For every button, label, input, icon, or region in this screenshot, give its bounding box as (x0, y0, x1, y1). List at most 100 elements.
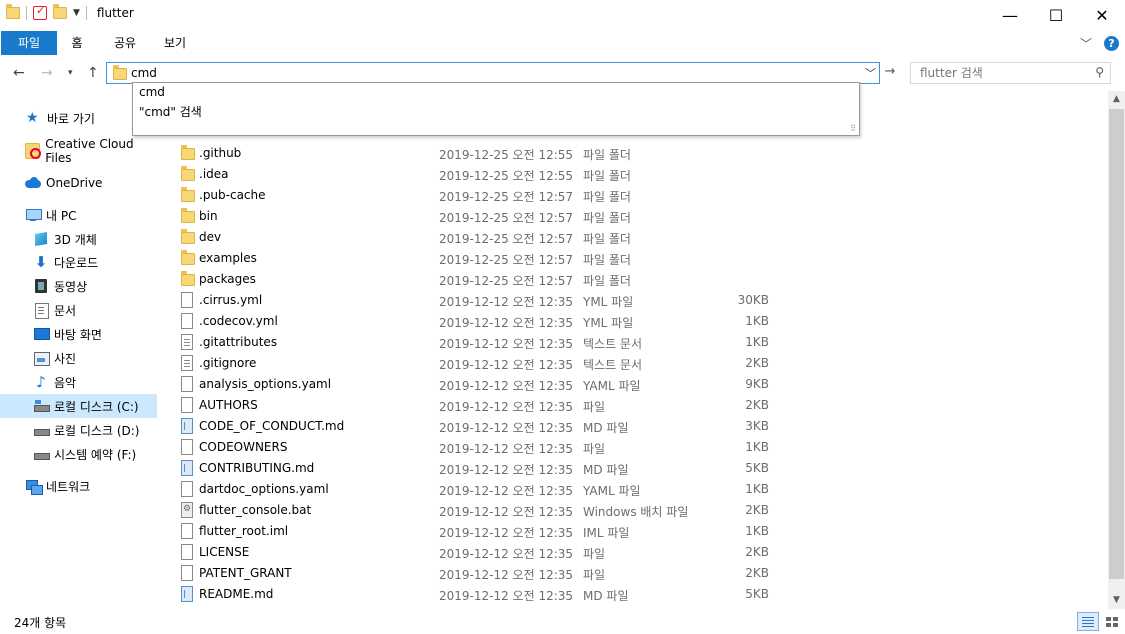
nav-item-this-pc[interactable]: 내 PC (0, 203, 157, 227)
scrollbar-thumb[interactable] (1109, 109, 1124, 579)
file-row[interactable]: .github 2019-12-25 오전 12:55 파일 폴더 (160, 143, 1108, 164)
file-date: 2019-12-12 오전 12:35 (439, 379, 574, 393)
file-type: 파일 (583, 442, 606, 456)
file-date: 2019-12-25 오전 12:57 (439, 232, 574, 246)
file-row[interactable]: AUTHORS 2019-12-12 오전 12:35 파일 2KB (160, 395, 1108, 416)
file-name: .cirrus.yml (199, 293, 263, 307)
file-size: 2KB (745, 566, 769, 580)
folder-icon-shape (181, 166, 195, 181)
document-icon (33, 302, 49, 319)
status-bar: 24개 항목 (0, 609, 1125, 634)
properties-icon[interactable] (33, 4, 47, 20)
folder-icon (181, 187, 195, 204)
nav-item-drive-c[interactable]: 로컬 디스크 (C:) (0, 394, 157, 418)
nav-item-pictures[interactable]: 사진 (0, 346, 157, 370)
help-icon[interactable]: ? (1104, 36, 1119, 51)
file-explorer-window: ▼ flutter — ☐ ✕ 파일 홈 공유 보기 ﹀ ? ← → ▾ ↑ ﹀… (0, 0, 1125, 634)
file-row[interactable]: analysis_options.yaml 2019-12-12 오전 12:35… (160, 374, 1108, 395)
up-arrow-icon[interactable]: ↑ (87, 65, 99, 81)
file-name: .pub-cache (199, 188, 266, 202)
file-type: MD 파일 (583, 463, 629, 477)
nav-item-drive-d[interactable]: 로컬 디스크 (D:) (0, 418, 157, 442)
windows-drive-icon (33, 398, 50, 414)
nav-item-3d-objects[interactable]: 3D 개체 (0, 227, 157, 251)
minimize-button[interactable]: — (987, 0, 1033, 31)
scroll-down-icon[interactable]: ▼ (1108, 592, 1125, 609)
file-row[interactable]: dev 2019-12-25 오전 12:57 파일 폴더 (160, 227, 1108, 248)
folder-icon-shape (181, 208, 195, 223)
file-type: YML 파일 (583, 316, 634, 330)
recent-locations-chevron-icon[interactable]: ▾ (68, 68, 73, 78)
expand-ribbon-icon[interactable]: ﹀ (1080, 35, 1092, 52)
file-row[interactable]: .gitattributes 2019-12-12 오전 12:35 텍스트 문서 1… (160, 332, 1108, 353)
tab-home[interactable]: 홈 (57, 31, 97, 55)
markdown-file-icon (181, 418, 195, 435)
file-row[interactable]: .codecov.yml 2019-12-12 오전 12:35 YML 파일 1KB (160, 311, 1108, 332)
file-row[interactable]: CODE_OF_CONDUCT.md 2019-12-12 오전 12:35 MD … (160, 416, 1108, 437)
tab-view[interactable]: 보기 (153, 31, 197, 55)
file-row[interactable]: bin 2019-12-25 오전 12:57 파일 폴더 (160, 206, 1108, 227)
address-history-chevron-icon[interactable]: ﹀ (865, 65, 876, 81)
file-row[interactable]: flutter_root.iml 2019-12-12 오전 12:35 IML 파… (160, 521, 1108, 542)
go-button[interactable]: → (882, 64, 898, 82)
back-arrow-icon[interactable]: ← (13, 65, 25, 81)
nav-item-documents[interactable]: 문서 (0, 298, 157, 322)
maximize-button[interactable]: ☐ (1033, 0, 1079, 31)
nav-item-creative-cloud[interactable]: Creative Cloud Files (0, 137, 157, 165)
file-name: packages (199, 272, 256, 286)
creative-cloud-icon (25, 143, 42, 159)
file-icon (181, 292, 195, 309)
file-row[interactable]: examples 2019-12-25 오전 12:57 파일 폴더 (160, 248, 1108, 269)
vertical-scrollbar[interactable]: ▲ ▼ (1108, 91, 1125, 609)
search-box[interactable]: ⚲ (910, 62, 1111, 84)
file-row[interactable]: LICENSE 2019-12-12 오전 12:35 파일 2KB (160, 542, 1108, 563)
file-row[interactable]: .cirrus.yml 2019-12-12 오전 12:35 YML 파일 30KB (160, 290, 1108, 311)
file-type: 파일 폴더 (583, 211, 631, 225)
star-icon: ★ (26, 110, 39, 126)
address-bar[interactable]: ﹀ (106, 62, 880, 84)
file-name: CODE_OF_CONDUCT.md (199, 419, 345, 433)
forward-arrow-icon[interactable]: → (41, 65, 53, 81)
file-type: 파일 폴더 (583, 274, 631, 288)
scroll-up-icon[interactable]: ▲ (1108, 91, 1125, 108)
suggestion-item[interactable]: "cmd" 검색 (139, 103, 202, 120)
file-type: 파일 폴더 (583, 232, 631, 246)
file-type: 파일 (583, 547, 606, 561)
address-input[interactable] (131, 65, 831, 81)
folder-icon (181, 229, 195, 246)
search-input[interactable] (920, 65, 1080, 81)
file-date: 2019-12-12 오전 12:35 (439, 463, 574, 477)
large-icons-view-icon[interactable] (1101, 612, 1123, 631)
file-row[interactable]: CODEOWNERS 2019-12-12 오전 12:35 파일 1KB (160, 437, 1108, 458)
nav-item-music[interactable]: ♪ 음악 (0, 370, 157, 394)
markdown-file-icon-shape (181, 586, 193, 602)
file-row[interactable]: .gitignore 2019-12-12 오전 12:35 텍스트 문서 2KB (160, 353, 1108, 374)
details-view-icon[interactable] (1077, 612, 1099, 631)
file-icon (181, 313, 195, 330)
file-row[interactable]: dartdoc_options.yaml 2019-12-12 오전 12:35 Y… (160, 479, 1108, 500)
tab-file[interactable]: 파일 (1, 31, 57, 55)
new-folder-icon[interactable] (53, 4, 67, 19)
resize-grip-icon[interactable]: ⠿ (850, 124, 856, 133)
search-icon[interactable]: ⚲ (1095, 65, 1104, 79)
tab-share[interactable]: 공유 (103, 31, 147, 55)
customize-toolbar-dropdown-icon[interactable]: ▼ (73, 8, 80, 18)
folder-icon (181, 145, 195, 162)
suggestion-item[interactable]: cmd (139, 85, 165, 99)
nav-item-desktop[interactable]: 바탕 화면 (0, 322, 157, 346)
file-row[interactable]: .idea 2019-12-25 오전 12:55 파일 폴더 (160, 164, 1108, 185)
file-row[interactable]: CONTRIBUTING.md 2019-12-12 오전 12:35 MD 파일 5… (160, 458, 1108, 479)
file-size: 30KB (737, 293, 769, 307)
close-button[interactable]: ✕ (1079, 0, 1125, 31)
nav-item-network[interactable]: 네트워크 (0, 474, 157, 498)
file-row[interactable]: PATENT_GRANT 2019-12-12 오전 12:35 파일 2KB (160, 563, 1108, 584)
file-icon-shape (181, 292, 193, 308)
nav-item-videos[interactable]: 동영상 (0, 274, 157, 298)
file-row[interactable]: packages 2019-12-25 오전 12:57 파일 폴더 (160, 269, 1108, 290)
nav-item-downloads[interactable]: ⬇ 다운로드 (0, 250, 157, 274)
file-row[interactable]: flutter_console.bat 2019-12-12 오전 12:35 Wi… (160, 500, 1108, 521)
file-row[interactable]: .pub-cache 2019-12-25 오전 12:57 파일 폴더 (160, 185, 1108, 206)
nav-item-drive-f[interactable]: 시스템 예약 (F:) (0, 442, 157, 466)
file-row[interactable]: README.md 2019-12-12 오전 12:35 MD 파일 5KB (160, 584, 1108, 605)
nav-item-onedrive[interactable]: OneDrive (0, 171, 157, 195)
